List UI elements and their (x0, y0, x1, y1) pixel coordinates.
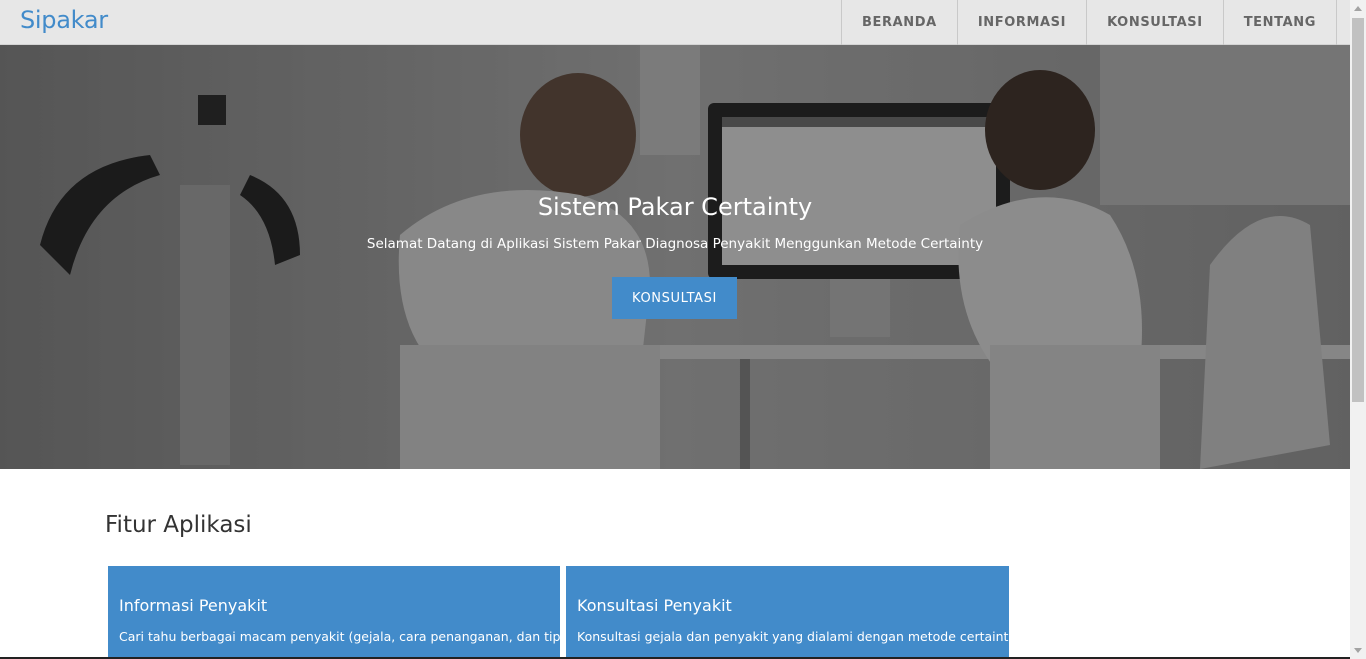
nav-menu: BERANDA INFORMASI KONSULTASI TENTANG (841, 0, 1337, 45)
navbar: Sipakar BERANDA INFORMASI KONSULTASI TEN… (0, 0, 1350, 45)
nav-item-tentang[interactable]: TENTANG (1222, 0, 1337, 45)
feature-card-description: Cari tahu berbagai macam penyakit (gejal… (119, 629, 572, 644)
hero-banner: Sistem Pakar Certainty Selamat Datang di… (0, 45, 1350, 469)
feature-card-konsultasi[interactable]: Konsultasi Penyakit Konsultasi gejala da… (566, 566, 1016, 659)
nav-item-beranda[interactable]: BERANDA (841, 0, 957, 45)
feature-card-title: Informasi Penyakit (119, 596, 268, 615)
nav-item-informasi[interactable]: INFORMASI (956, 0, 1086, 45)
brand-logo[interactable]: Sipakar (20, 6, 108, 34)
feature-card-title: Konsultasi Penyakit (577, 596, 732, 615)
hero-subtitle: Selamat Datang di Aplikasi Sistem Pakar … (366, 236, 984, 252)
nav-item-konsultasi[interactable]: KONSULTASI (1086, 0, 1223, 45)
scrollbar-thumb[interactable] (1352, 18, 1364, 402)
hero-overlay (0, 45, 1350, 469)
scroll-down-arrow-icon[interactable] (1354, 648, 1362, 653)
features-title: Fitur Aplikasi (105, 512, 252, 538)
scroll-up-arrow-icon[interactable] (1354, 6, 1362, 11)
feature-card-description: Konsultasi gejala dan penyakit yang dial… (577, 629, 1016, 644)
vertical-scrollbar[interactable] (1350, 0, 1366, 659)
consultation-button[interactable]: KONSULTASI (612, 277, 737, 319)
feature-card-informasi[interactable]: Informasi Penyakit Cari tahu berbagai ma… (108, 566, 572, 659)
hero-title: Sistem Pakar Certainty (537, 193, 813, 221)
